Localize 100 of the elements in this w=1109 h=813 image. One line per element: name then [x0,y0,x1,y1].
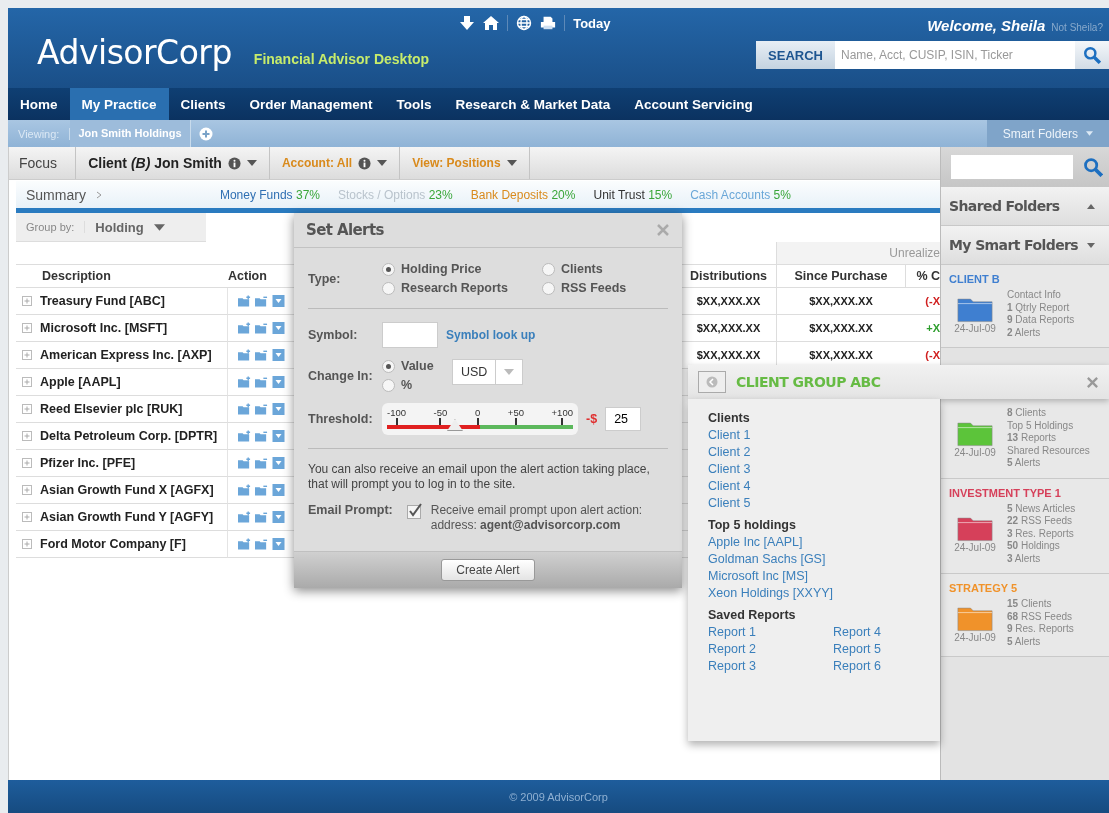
folder-card[interactable]: STRATEGY 5 24-Jul-09 15 Clients 68 RSS Feeds 9 Res. Reports 5 Alerts [941,574,1109,657]
add-folder-icon[interactable] [238,322,251,334]
menu-icon[interactable] [272,430,285,442]
remove-folder-icon[interactable] [255,538,268,550]
popup-link[interactable]: Report 1 [708,625,833,639]
radio-option[interactable]: RSS Feeds [542,281,642,295]
remove-folder-icon[interactable] [255,349,268,361]
radio-option[interactable]: Holding Price [382,262,542,276]
folder-card[interactable]: CLIENT B 24-Jul-09 Contact Info 1 Qtrly Report 9 Data Reports 2 Alerts [941,265,1109,348]
summary-title[interactable]: Summary [26,186,86,203]
expand-icon[interactable] [22,539,32,549]
expand-icon[interactable] [22,296,32,306]
printer-icon[interactable] [540,15,557,31]
column-header[interactable]: Since Purchase [776,265,905,288]
currency-dropdown[interactable]: USD [452,359,524,385]
close-icon[interactable] [1086,375,1099,389]
threshold-slider[interactable]: -100 -50 0 +50 +100 [382,403,578,435]
remove-folder-icon[interactable] [255,322,268,334]
menu-icon[interactable] [272,295,285,307]
folder-search-field[interactable] [951,155,1073,179]
column-header[interactable]: Description [16,265,228,288]
radio-option[interactable]: Research Reports [382,281,542,295]
download-icon[interactable] [459,15,476,31]
radio-button[interactable] [382,281,395,295]
caret-icon[interactable] [246,160,257,166]
remove-folder-icon[interactable] [255,484,268,496]
close-icon[interactable] [656,223,670,237]
expand-icon[interactable] [22,404,32,414]
info-icon[interactable] [358,156,372,170]
home-icon[interactable] [483,15,500,31]
popup-link[interactable]: Client 5 [708,496,920,510]
popup-link[interactable]: Report 4 [833,625,933,639]
checkbox[interactable] [406,503,423,519]
caret-icon[interactable] [506,160,517,166]
expand-icon[interactable] [22,350,32,360]
popup-link[interactable]: Report 2 [708,642,833,656]
caret-icon[interactable] [153,223,165,231]
add-folder-icon[interactable] [238,457,251,469]
menu-icon[interactable] [272,349,285,361]
search-icon[interactable] [1083,46,1101,64]
radio-option[interactable]: Value [382,359,444,373]
popup-link[interactable]: Goldman Sachs [GS] [708,552,920,566]
menu-icon[interactable] [272,376,285,388]
nav-tab[interactable]: Tools [384,88,444,120]
info-icon[interactable] [227,156,241,170]
popup-link[interactable]: Client 2 [708,445,920,459]
expand-icon[interactable] [22,377,32,387]
create-alert-button[interactable]: Create Alert [441,559,535,581]
folder-section-header[interactable]: My Smart Folders [941,226,1109,265]
nav-tab[interactable]: Account Servicing [622,88,765,120]
add-icon[interactable] [198,126,213,141]
add-folder-icon[interactable] [238,484,251,496]
today-link[interactable]: Today [573,15,611,31]
caret-icon[interactable] [1087,203,1095,209]
radio-button[interactable] [542,262,555,276]
nav-tab[interactable]: My Practice [69,88,169,120]
radio-option[interactable]: Clients [542,262,642,276]
add-folder-icon[interactable] [238,349,251,361]
radio-option[interactable]: % [382,378,444,392]
remove-folder-icon[interactable] [255,457,268,469]
expand-icon[interactable] [22,323,32,333]
add-folder-icon[interactable] [238,376,251,388]
menu-icon[interactable] [272,322,285,334]
menu-icon[interactable] [272,457,285,469]
threshold-field[interactable]: 25 [605,407,642,431]
popup-link[interactable]: Report 6 [833,659,933,673]
nav-tab[interactable]: Order Management [237,88,385,120]
chevron-icon[interactable] [95,190,102,199]
popup-link[interactable]: Xeon Holdings [XXYY] [708,586,920,600]
popup-link[interactable]: Report 3 [708,659,833,673]
remove-folder-icon[interactable] [255,403,268,415]
search-field[interactable]: Name, Acct, CUSIP, ISIN, Ticker [835,41,1075,69]
client-selector[interactable]: Client (B) Jon Smith [88,155,222,171]
radio-button[interactable] [382,262,395,276]
add-folder-icon[interactable] [238,403,251,415]
popup-link[interactable]: Apple Inc [AAPL] [708,535,920,549]
radio-button[interactable] [382,359,395,373]
add-folder-icon[interactable] [238,511,251,523]
popup-link[interactable]: Client 4 [708,479,920,493]
back-icon[interactable] [706,376,718,388]
radio-button[interactable] [382,378,395,392]
search-icon[interactable] [1083,157,1103,177]
search-button[interactable]: SEARCH [756,41,835,69]
popup-link[interactable]: Microsoft Inc [MS] [708,569,920,583]
expand-icon[interactable] [22,431,32,441]
search-icon-button[interactable] [1075,41,1109,69]
nav-tab[interactable]: Research & Market Data [443,88,623,120]
expand-icon[interactable] [22,512,32,522]
expand-icon[interactable] [22,485,32,495]
back-button[interactable] [698,371,726,393]
menu-icon[interactable] [272,403,285,415]
remove-folder-icon[interactable] [255,430,268,442]
nav-tab[interactable]: Clients [168,88,238,120]
symbol-lookup-link[interactable]: Symbol look up [446,328,536,342]
add-folder-icon[interactable] [238,538,251,550]
add-folder-icon[interactable] [238,430,251,442]
popup-link[interactable]: Report 5 [833,642,933,656]
popup-link[interactable]: Client 3 [708,462,920,476]
caret-icon[interactable] [377,160,388,166]
group-by-dropdown[interactable]: Holding [85,219,175,235]
